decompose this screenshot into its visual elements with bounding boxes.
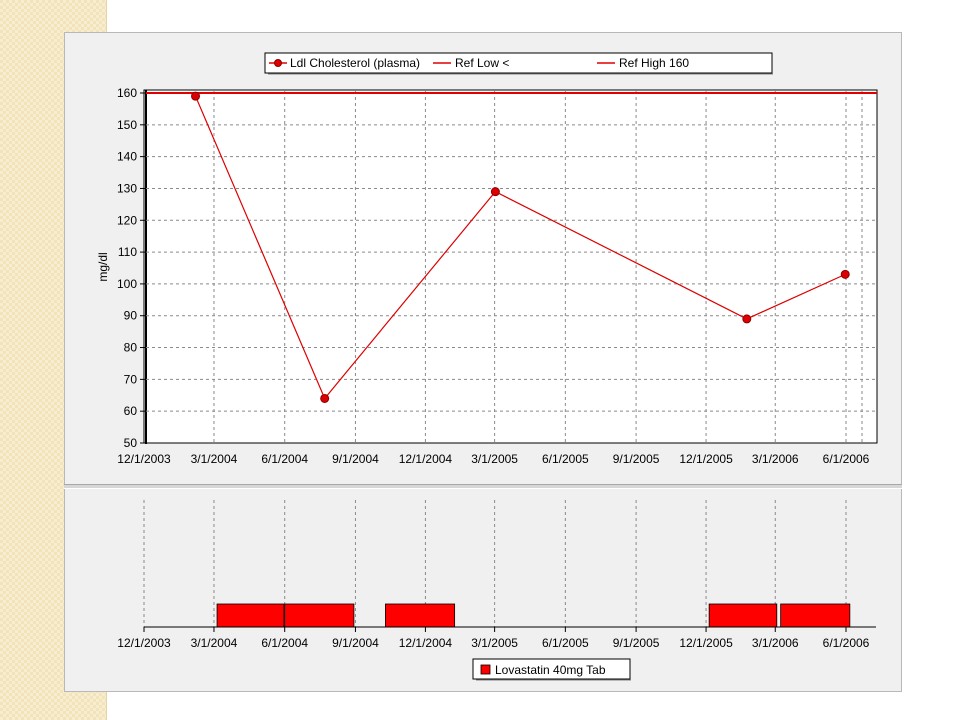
x-tick-label: 3/1/2004 [191, 452, 238, 466]
top-x-tick-labels: 12/1/2003 3/1/2004 6/1/2004 9/1/2004 12/1/20… [117, 452, 869, 466]
x-tick-label: 12/1/2003 [117, 452, 171, 466]
top-legend: Ldl Cholesterol (plasma) Ref Low < Ref H… [264, 52, 773, 75]
bottom-legend: Lovastatin 40mg Tab [472, 658, 631, 681]
timeline-tick-label: 3/1/2006 [752, 636, 799, 650]
timeline-tick-label: 6/1/2005 [542, 636, 589, 650]
timeline-tick-label: 12/1/2005 [679, 636, 733, 650]
y-tick-label: 70 [124, 372, 138, 386]
lovastatin-interval-bar [284, 603, 355, 628]
x-tick-label: 6/1/2006 [823, 452, 870, 466]
y-tick-label: 80 [124, 341, 138, 355]
x-tick-label: 12/1/2005 [679, 452, 733, 466]
timeline-tick-label: 9/1/2004 [332, 636, 379, 650]
bottom-x-tick-labels: 12/1/2003 3/1/2004 6/1/2004 9/1/2004 12/1/20… [117, 627, 870, 650]
lovastatin-interval-bar [385, 603, 456, 628]
timeline-tick-label: 6/1/2004 [261, 636, 308, 650]
y-tick-label: 130 [117, 181, 137, 195]
timeline-tick-label: 9/1/2005 [613, 636, 660, 650]
x-tick-label: 12/1/2004 [399, 452, 453, 466]
timeline-tick-label: 6/1/2006 [823, 636, 870, 650]
lab-plot-area [143, 89, 878, 444]
y-tick-label: 160 [117, 86, 137, 100]
y-tick-label: 150 [117, 118, 137, 132]
chart-canvas: Ldl Cholesterol (plasma) Ref Low < Ref H… [96, 52, 878, 681]
y-tick-label: 110 [118, 245, 137, 259]
ldl-data-point [320, 393, 330, 403]
y-tick-label: 100 [117, 277, 137, 291]
legend-label-ldl: Ldl Cholesterol (plasma) [290, 56, 420, 70]
legend-label-ref-high: Ref High 160 [619, 56, 689, 70]
ldl-legend-marker [274, 59, 282, 67]
ldl-data-point [742, 314, 752, 324]
legend-label-lovastatin: Lovastatin 40mg Tab [495, 663, 606, 677]
legend-label-ref-low: Ref Low < [455, 56, 509, 70]
x-tick-label: 3/1/2005 [471, 452, 518, 466]
y-tick-label: 140 [117, 150, 137, 164]
timeline-tick-label: 3/1/2004 [191, 636, 238, 650]
y-tick-label: 90 [124, 309, 138, 323]
x-tick-label: 6/1/2004 [261, 452, 308, 466]
ldl-data-point [840, 269, 850, 279]
timeline-tick-label: 12/1/2004 [399, 636, 453, 650]
y-tick-label: 50 [124, 436, 138, 450]
y-tick-label: 60 [124, 404, 138, 418]
timeline-tick-label: 3/1/2005 [471, 636, 518, 650]
lovastatin-interval-bar [216, 603, 285, 628]
y-axis-label: mg/dl [96, 252, 110, 281]
y-tick-labels: 50 60 70 80 90 100 110 120 130 140 150 160 [117, 86, 146, 450]
ldl-data-point [490, 187, 500, 197]
x-tick-label: 9/1/2005 [613, 452, 660, 466]
y-tick-label: 120 [117, 213, 137, 227]
x-tick-label: 9/1/2004 [332, 452, 379, 466]
x-tick-label: 3/1/2006 [752, 452, 799, 466]
x-tick-label: 6/1/2005 [542, 452, 589, 466]
ldl-data-point [191, 91, 201, 101]
timeline-tick-label: 12/1/2003 [117, 636, 171, 650]
lovastatin-interval-bar [708, 603, 778, 628]
lovastatin-legend-swatch [480, 664, 491, 675]
lovastatin-bars [216, 603, 851, 628]
lovastatin-interval-bar [780, 603, 851, 628]
